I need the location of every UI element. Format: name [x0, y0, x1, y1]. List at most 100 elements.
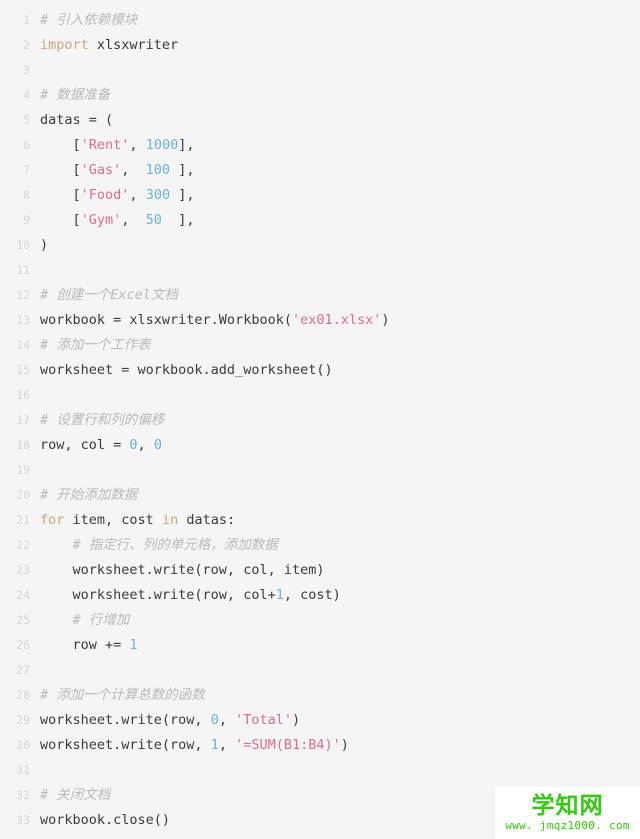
token-plain: ,	[218, 737, 236, 753]
token-plain: worksheet.write(row,	[40, 737, 211, 753]
line-number: 1	[23, 13, 30, 27]
code-line[interactable]: 20 # 开始添加数据	[0, 483, 640, 508]
line-number: 12	[16, 288, 30, 302]
code-line[interactable]: 27	[0, 658, 640, 683]
code-line[interactable]: 22 # 指定行、列的单元格，添加数据	[0, 533, 640, 558]
code-line[interactable]: 31	[0, 758, 640, 783]
line-content: for item, cost in datas:	[30, 508, 640, 533]
line-content: datas = (	[30, 108, 640, 133]
code-line[interactable]: 17 # 设置行和列的偏移	[0, 408, 640, 433]
code-line[interactable]: 24 worksheet.write(row, col+1, cost)	[0, 583, 640, 608]
code-line[interactable]: 4 # 数据准备	[0, 83, 640, 108]
token-comment: # 关闭文档	[40, 787, 111, 803]
token-plain: worksheet = workbook.add_worksheet()	[40, 362, 333, 378]
line-content: )	[30, 233, 640, 258]
token-plain: workbook.close()	[40, 812, 171, 828]
token-plain: ,	[129, 137, 146, 153]
line-number: 31	[16, 763, 30, 777]
line-number: 20	[16, 488, 30, 502]
line-content: # 开始添加数据	[30, 483, 640, 508]
token-number: 0	[153, 437, 162, 453]
token-comment: # 开始添加数据	[40, 487, 138, 503]
token-string: 'Rent'	[80, 137, 130, 153]
line-content: ['Gas', 100 ],	[30, 158, 640, 183]
token-plain: worksheet.write(row, col, item)	[40, 562, 325, 578]
watermark-url: www. jmqz1000. com	[505, 818, 630, 832]
token-comment: # 数据准备	[40, 87, 111, 103]
code-line[interactable]: 18 row, col = 0, 0	[0, 433, 640, 458]
line-number: 11	[16, 263, 30, 277]
code-line[interactable]: 6 ['Rent', 1000],	[0, 133, 640, 158]
token-plain: ,	[121, 212, 146, 228]
token-plain: )	[292, 712, 301, 728]
code-line[interactable]: 14 # 添加一个工作表	[0, 333, 640, 358]
code-line[interactable]: 10)	[0, 233, 640, 258]
line-number: 10	[16, 238, 30, 252]
line-content: workbook = xlsxwriter.Workbook('ex01.xls…	[30, 308, 640, 333]
line-number: 4	[23, 88, 30, 102]
line-content: ['Food', 300 ],	[30, 183, 640, 208]
token-plain: row, col =	[40, 437, 130, 453]
line-number: 2	[23, 38, 30, 52]
code-line[interactable]: 7 ['Gas', 100 ],	[0, 158, 640, 183]
line-content: ['Rent', 1000],	[30, 133, 640, 158]
code-line-list: 1 # 引入依赖模块 2 import xlsxwriter 3 4 # 数据准备 5 data…	[0, 8, 640, 833]
token-string: 'ex01.xlsx'	[291, 312, 382, 328]
line-number: 14	[16, 338, 30, 352]
token-number: 0	[210, 712, 219, 728]
line-content: # 添加一个工作表	[30, 333, 640, 358]
code-line[interactable]: 26 row += 1	[0, 633, 640, 658]
code-line[interactable]: 3	[0, 58, 640, 83]
line-content: worksheet.write(row, col, item)	[30, 558, 640, 583]
token-plain: datas = (	[40, 112, 114, 128]
line-number: 16	[16, 388, 30, 402]
token-plain: ],	[170, 187, 195, 203]
watermark-title: 学知网	[531, 792, 604, 819]
code-line[interactable]: 30 worksheet.write(row, 1, '=SUM(B1:B4)')	[0, 733, 640, 758]
token-string: 'Food'	[80, 187, 130, 203]
line-number: 7	[23, 163, 30, 177]
code-line[interactable]: 19	[0, 458, 640, 483]
code-line[interactable]: 8 ['Food', 300 ],	[0, 183, 640, 208]
token-plain: row +=	[40, 637, 130, 653]
line-content: # 创建一个Excel文档	[30, 283, 640, 308]
code-line[interactable]: 1 # 引入依赖模块	[0, 8, 640, 33]
code-line[interactable]: 25 # 行增加	[0, 608, 640, 633]
token-comment: # 指定行、列的单元格，添加数据	[72, 537, 278, 553]
token-comment: # 添加一个计算总数的函数	[40, 687, 205, 703]
token-plain: ,	[129, 187, 146, 203]
line-content: ['Gym', 50 ],	[30, 208, 640, 233]
code-line[interactable]: 11	[0, 258, 640, 283]
site-watermark: 学知网 www. jmqz1000. com	[495, 787, 640, 839]
token-plain: )	[381, 312, 390, 328]
code-line[interactable]: 29 worksheet.write(row, 0, 'Total')	[0, 708, 640, 733]
line-number: 22	[16, 538, 30, 552]
token-plain: ,	[218, 712, 236, 728]
code-line[interactable]: 21 for item, cost in datas:	[0, 508, 640, 533]
token-number: 1000	[145, 137, 179, 153]
code-line[interactable]: 23 worksheet.write(row, col, item)	[0, 558, 640, 583]
line-content: worksheet = workbook.add_worksheet()	[30, 358, 640, 383]
token-plain: worksheet.write(row,	[40, 712, 211, 728]
code-line[interactable]: 13 workbook = xlsxwriter.Workbook('ex01.x…	[0, 308, 640, 333]
line-content: row, col = 0, 0	[30, 433, 640, 458]
code-viewer[interactable]: 1 # 引入依赖模块 2 import xlsxwriter 3 4 # 数据准备 5 data…	[0, 0, 640, 839]
token-plain: datas:	[178, 512, 236, 528]
code-line[interactable]: 15 worksheet = workbook.add_worksheet()	[0, 358, 640, 383]
code-line[interactable]: 28 # 添加一个计算总数的函数	[0, 683, 640, 708]
token-number: 0	[129, 437, 138, 453]
line-number: 9	[23, 213, 30, 227]
code-line[interactable]: 5 datas = (	[0, 108, 640, 133]
code-line[interactable]: 9 ['Gym', 50 ],	[0, 208, 640, 233]
code-line[interactable]: 2 import xlsxwriter	[0, 33, 640, 58]
code-line[interactable]: 12 # 创建一个Excel文档	[0, 283, 640, 308]
token-number: 1	[275, 587, 284, 603]
token-plain: workbook = xlsxwriter.Workbook(	[40, 312, 292, 328]
code-line[interactable]: 16	[0, 383, 640, 408]
token-plain: [	[40, 162, 81, 178]
token-string: 'Gas'	[80, 162, 122, 178]
line-content: import xlsxwriter	[30, 33, 640, 58]
line-number: 27	[16, 663, 30, 677]
token-keyword: in	[161, 512, 179, 528]
line-number: 28	[16, 688, 30, 702]
